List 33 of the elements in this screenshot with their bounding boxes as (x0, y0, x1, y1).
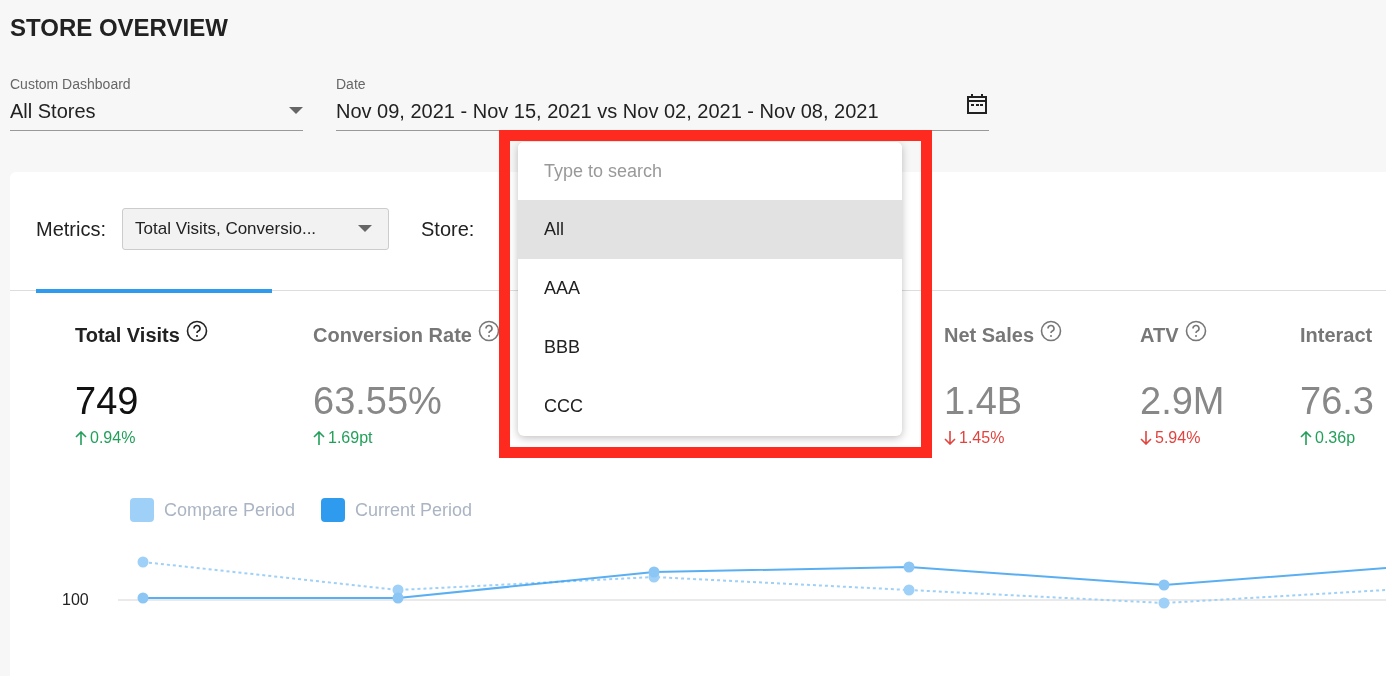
metric-change: 0.36p (1315, 429, 1356, 447)
metric-tab[interactable]: Interact (1300, 316, 1373, 347)
dashboard-select[interactable]: All Stores (10, 92, 303, 131)
store-label: Store: (421, 217, 475, 241)
metric-tab[interactable]: ATV (1140, 316, 1179, 347)
field-label: Custom Dashboard (10, 76, 132, 92)
search-field[interactable]: Type to search (518, 142, 902, 200)
metric-change: 5.94% (1155, 429, 1201, 447)
metric-tab[interactable]: Conversion Rate (313, 316, 472, 347)
metric-value: 76.3 (1300, 380, 1374, 423)
metric-value: 2.9M (1140, 380, 1225, 423)
calendar-icon[interactable] (965, 92, 989, 116)
metrics-label: Metrics: (36, 217, 106, 241)
store-option[interactable]: AAA (518, 259, 902, 318)
metric-tab[interactable]: Total Visits (75, 316, 180, 347)
store-option[interactable]: All (518, 200, 902, 259)
metrics-select[interactable]: Total Visits, Conversio... (122, 208, 389, 250)
caret-icon (289, 107, 303, 115)
metric-change: 0.94% (90, 429, 136, 447)
store-option[interactable]: CCC (518, 377, 902, 436)
metric-tab[interactable]: Net Sales (944, 316, 1035, 347)
caret-icon (358, 225, 372, 233)
help-icon[interactable] (185, 320, 208, 342)
metric-value: 1.4B (944, 380, 1023, 423)
store-option[interactable]: BBB (518, 318, 902, 377)
metric-change: 1.69pt (328, 429, 373, 447)
page-title: STORE OVERVIEW (10, 14, 228, 42)
metric-value: 749 (75, 380, 139, 423)
field-label: Date (336, 76, 367, 92)
date-range-field[interactable]: Nov 09, 2021 - Nov 15, 2021 vs Nov 02, 2021 - Nov 08, 2021 (336, 92, 989, 131)
axis-label: 100 (62, 591, 89, 609)
metric-change: 1.45% (959, 429, 1005, 447)
metric-value: 63.55% (313, 380, 442, 423)
